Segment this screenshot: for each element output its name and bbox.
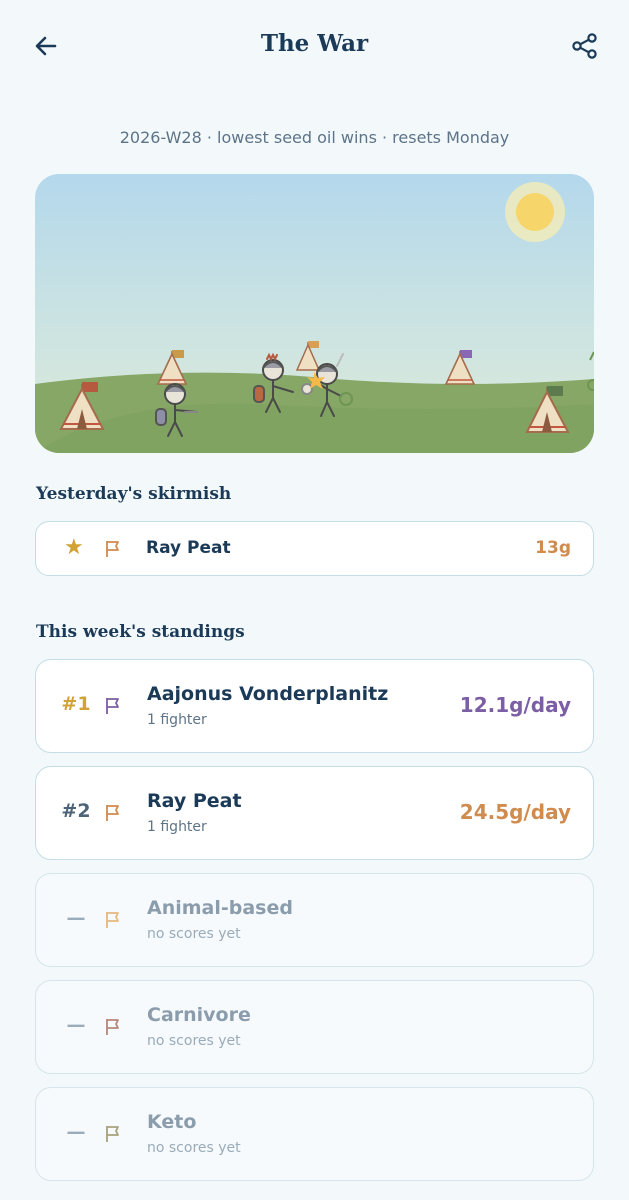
standings-heading: This week's standings <box>36 622 245 642</box>
yesterday-heading: Yesterday's skirmish <box>36 484 232 504</box>
standing-name: Keto <box>147 1111 197 1133</box>
top-bar: The War <box>0 0 629 95</box>
standing-rank: #2 <box>61 800 91 822</box>
standing-name: Aajonus Vonderplanitz <box>147 683 389 705</box>
standing-rank: — <box>66 907 86 929</box>
share-icon <box>572 33 597 59</box>
standing-card[interactable]: #2 Ray Peat 1 fighter 24.5g/day <box>35 766 594 860</box>
flag-icon <box>106 541 119 557</box>
standing-value: 24.5g/day <box>459 800 571 824</box>
share-button[interactable] <box>567 28 603 64</box>
flag-icon <box>106 912 119 928</box>
flag-icon <box>106 1126 119 1142</box>
sun-icon <box>505 182 565 242</box>
standing-status: no scores yet <box>147 1033 241 1049</box>
standing-rank: #1 <box>61 693 91 715</box>
week-info: 2026-W28 · lowest seed oil wins · resets… <box>119 128 510 147</box>
standing-status: no scores yet <box>147 926 241 942</box>
standing-rank: — <box>66 1014 86 1036</box>
standing-fighters: 1 fighter <box>147 712 207 728</box>
standing-card[interactable]: #1 Aajonus Vonderplanitz 1 fighter 12.1g… <box>35 659 594 753</box>
battle-scene <box>35 174 594 453</box>
page-title: The War <box>260 30 369 57</box>
flag-icon <box>106 805 119 821</box>
yesterday-winner-value: 13g <box>535 538 571 558</box>
standing-name: Animal-based <box>147 897 293 919</box>
standing-status: no scores yet <box>147 1140 241 1156</box>
standing-rank: — <box>66 1121 86 1143</box>
standing-card[interactable]: — Carnivore no scores yet <box>35 980 594 1074</box>
standing-card[interactable]: — Animal-based no scores yet <box>35 873 594 967</box>
standing-fighters: 1 fighter <box>147 819 207 835</box>
yesterday-winner-name: Ray Peat <box>146 538 231 558</box>
standing-value: 12.1g/day <box>459 693 571 717</box>
yesterday-winner-card[interactable]: ★ Ray Peat 13g <box>35 521 594 576</box>
standing-name: Carnivore <box>147 1004 251 1026</box>
flag-icon <box>106 698 119 714</box>
standing-card[interactable]: — Keto no scores yet <box>35 1087 594 1181</box>
standing-name: Ray Peat <box>147 790 242 812</box>
flag-icon <box>106 1019 119 1035</box>
star-icon: ★ <box>64 535 84 560</box>
